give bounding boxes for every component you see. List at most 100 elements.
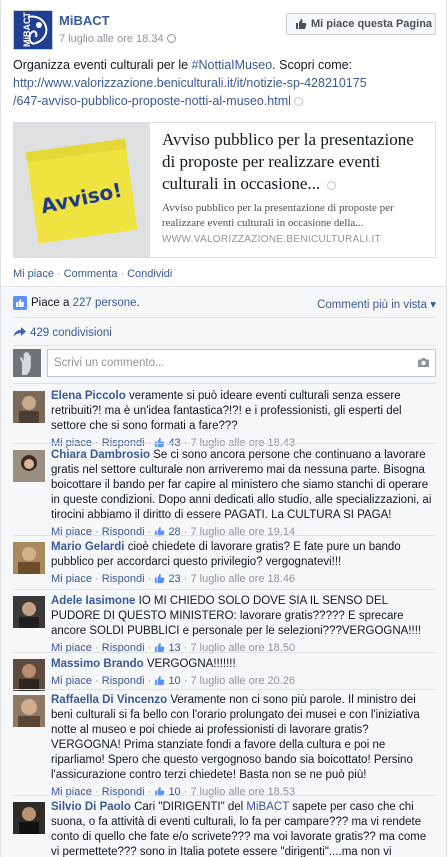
- commenter-avatar[interactable]: [13, 802, 45, 834]
- separator: ·: [95, 786, 99, 798]
- comment-author[interactable]: Elena Piccolo: [51, 390, 126, 402]
- comment-time[interactable]: 7 luglio alle ore 18.53: [190, 786, 295, 798]
- hashtag-link[interactable]: #NottiaIMuseo: [192, 58, 273, 72]
- separator: ·: [120, 268, 125, 280]
- comment-like-link[interactable]: Mi piace: [51, 573, 92, 585]
- comment-sort-dropdown[interactable]: Commenti più in vista ▾: [317, 297, 436, 311]
- thumbs-up-icon: [155, 573, 165, 584]
- post-card: MiBACT MiBACT 7 luglio alle ore 18.34 Mi…: [0, 0, 447, 857]
- camera-icon[interactable]: [417, 357, 430, 368]
- post-header: MiBACT MiBACT 7 luglio alle ore 18.34 Mi…: [13, 10, 436, 52]
- timestamp-text: 7 luglio alle ore 18.34: [59, 33, 164, 45]
- comment-author[interactable]: Adele Iasimone: [51, 595, 135, 607]
- feedback-section: Piace a 227 persone. Commenti più in vis…: [1, 286, 446, 857]
- shares-link[interactable]: 429 condivisioni: [13, 327, 112, 339]
- divider: [13, 443, 436, 444]
- comment-action[interactable]: Commenta: [64, 268, 118, 280]
- comment-meta: Mi piace · Rispondi · 10 · 7 luglio alle…: [51, 785, 436, 800]
- globe-icon: [166, 34, 176, 43]
- comment-meta: Mi piace · Rispondi · 23 · 7 luglio alle…: [51, 572, 436, 587]
- comment-input[interactable]: [47, 349, 436, 377]
- post-text-rest: . Scopri come:: [272, 58, 353, 72]
- preview-body: Avviso pubblico per la presentazione di …: [162, 129, 427, 231]
- comment-body: Mario Gelardi cioè chiedete di lavorare …: [51, 540, 436, 587]
- avatar-photo: [13, 659, 45, 691]
- avatar-photo: [13, 802, 45, 834]
- comment-composer: [13, 349, 436, 377]
- separator: ·: [147, 786, 152, 798]
- page-tag-link[interactable]: MiBACT: [246, 801, 289, 813]
- post-text-intro: Organizza eventi culturali per le: [13, 58, 192, 72]
- commenter-avatar[interactable]: [13, 659, 45, 691]
- comment-text-start: Cari "DIRIGENTI" del: [134, 801, 247, 813]
- like-action[interactable]: Mi piace: [13, 268, 54, 280]
- comment-time[interactable]: 7 luglio alle ore 18.46: [190, 573, 295, 585]
- mibact-logo-icon: [14, 11, 52, 49]
- separator: ·: [183, 526, 188, 538]
- edit-icon[interactable]: [327, 181, 337, 190]
- comment-author[interactable]: Raffaella Di Vincenzo: [51, 694, 167, 706]
- thumbs-up-icon: [296, 19, 307, 29]
- preview-title[interactable]: Avviso pubblico per la presentazione di …: [162, 129, 427, 195]
- comment-reply-link[interactable]: Rispondi: [102, 786, 145, 798]
- comment-meta: Mi piace · Rispondi · 28 · 7 luglio alle…: [51, 525, 436, 540]
- comment-like-link[interactable]: Mi piace: [51, 786, 92, 798]
- comment-author[interactable]: Chiara Dambrosio: [51, 449, 150, 461]
- post-url-line2[interactable]: /647-avviso-pubblico-proposte-notti-al-m…: [13, 94, 291, 108]
- comment-body: Adele Iasimone IO MI CHIEDO SOLO DOVE SI…: [51, 594, 436, 656]
- post-actions: Mi piace · Commenta · Condividi: [13, 268, 172, 280]
- post-timestamp[interactable]: 7 luglio alle ore 18.34: [59, 33, 176, 45]
- thumbs-up-icon: [155, 675, 165, 686]
- link-preview[interactable]: Avviso! Avviso pubblico per la presentaz…: [13, 122, 436, 258]
- shares-text: 429 condivisioni: [30, 327, 112, 339]
- separator: ·: [95, 526, 99, 538]
- comment-like-count[interactable]: 28: [168, 526, 180, 538]
- separator: ·: [95, 675, 99, 687]
- comment-body: Raffaella Di Vincenzo Veramente non ci s…: [51, 693, 436, 800]
- commenter-avatar[interactable]: [13, 391, 45, 423]
- comment-like-link[interactable]: Mi piace: [51, 675, 92, 687]
- divider: [13, 795, 436, 796]
- comment-like-count[interactable]: 10: [168, 786, 180, 798]
- commenter-avatar[interactable]: [13, 695, 45, 727]
- page-avatar[interactable]: MiBACT: [13, 10, 53, 50]
- comment-reply-link[interactable]: Rispondi: [102, 573, 145, 585]
- edit-icon[interactable]: [293, 97, 303, 106]
- commenter-avatar[interactable]: [13, 450, 45, 482]
- divider: [13, 383, 436, 384]
- avatar-label: MiBACT: [22, 12, 32, 47]
- likes-prefix: Piace a: [31, 297, 73, 309]
- divider: [13, 589, 436, 590]
- comment-reply-link[interactable]: Rispondi: [102, 526, 145, 538]
- comment-like-link[interactable]: Mi piace: [51, 526, 92, 538]
- divider: [13, 689, 436, 690]
- like-page-button[interactable]: Mi piace questa Pagina: [286, 13, 436, 35]
- comment-body: Silvio Di Paolo Cari "DIRIGENTI" del MiB…: [51, 800, 436, 857]
- post-url-line1[interactable]: http://www.valorizzazione.beniculturali.…: [13, 76, 367, 90]
- comment-time[interactable]: 7 luglio alle ore 19.14: [190, 526, 295, 538]
- divider: [13, 345, 436, 346]
- likes-count-link[interactable]: 227 persone: [73, 297, 137, 309]
- share-action[interactable]: Condividi: [127, 268, 172, 280]
- comment-author[interactable]: Silvio Di Paolo: [51, 801, 131, 813]
- sort-label: Commenti più in vista: [317, 299, 428, 311]
- comment-time[interactable]: 7 luglio alle ore 20.26: [190, 675, 295, 687]
- avatar-photo: [13, 596, 45, 628]
- page-name-link[interactable]: MiBACT: [59, 13, 110, 28]
- hand-photo-icon: [13, 349, 41, 377]
- share-icon: [13, 327, 26, 337]
- commenter-avatar[interactable]: [13, 542, 45, 574]
- divider: [13, 317, 436, 318]
- commenter-avatar[interactable]: [13, 596, 45, 628]
- preview-title-text: Avviso pubblico per la presentazione di …: [162, 130, 414, 193]
- comment-like-count[interactable]: 23: [168, 573, 180, 585]
- preview-image[interactable]: Avviso!: [14, 123, 150, 257]
- comment-author[interactable]: Massimo Brando: [51, 658, 144, 670]
- comment-meta: Mi piace · Rispondi · 10 · 7 luglio alle…: [51, 674, 436, 689]
- post-message: Organizza eventi culturali per le #Notti…: [13, 56, 438, 110]
- comment-author[interactable]: Mario Gelardi: [51, 541, 125, 553]
- comment-reply-link[interactable]: Rispondi: [102, 675, 145, 687]
- separator: ·: [183, 573, 188, 585]
- avatar-photo: [13, 450, 45, 482]
- comment-like-count[interactable]: 10: [168, 675, 180, 687]
